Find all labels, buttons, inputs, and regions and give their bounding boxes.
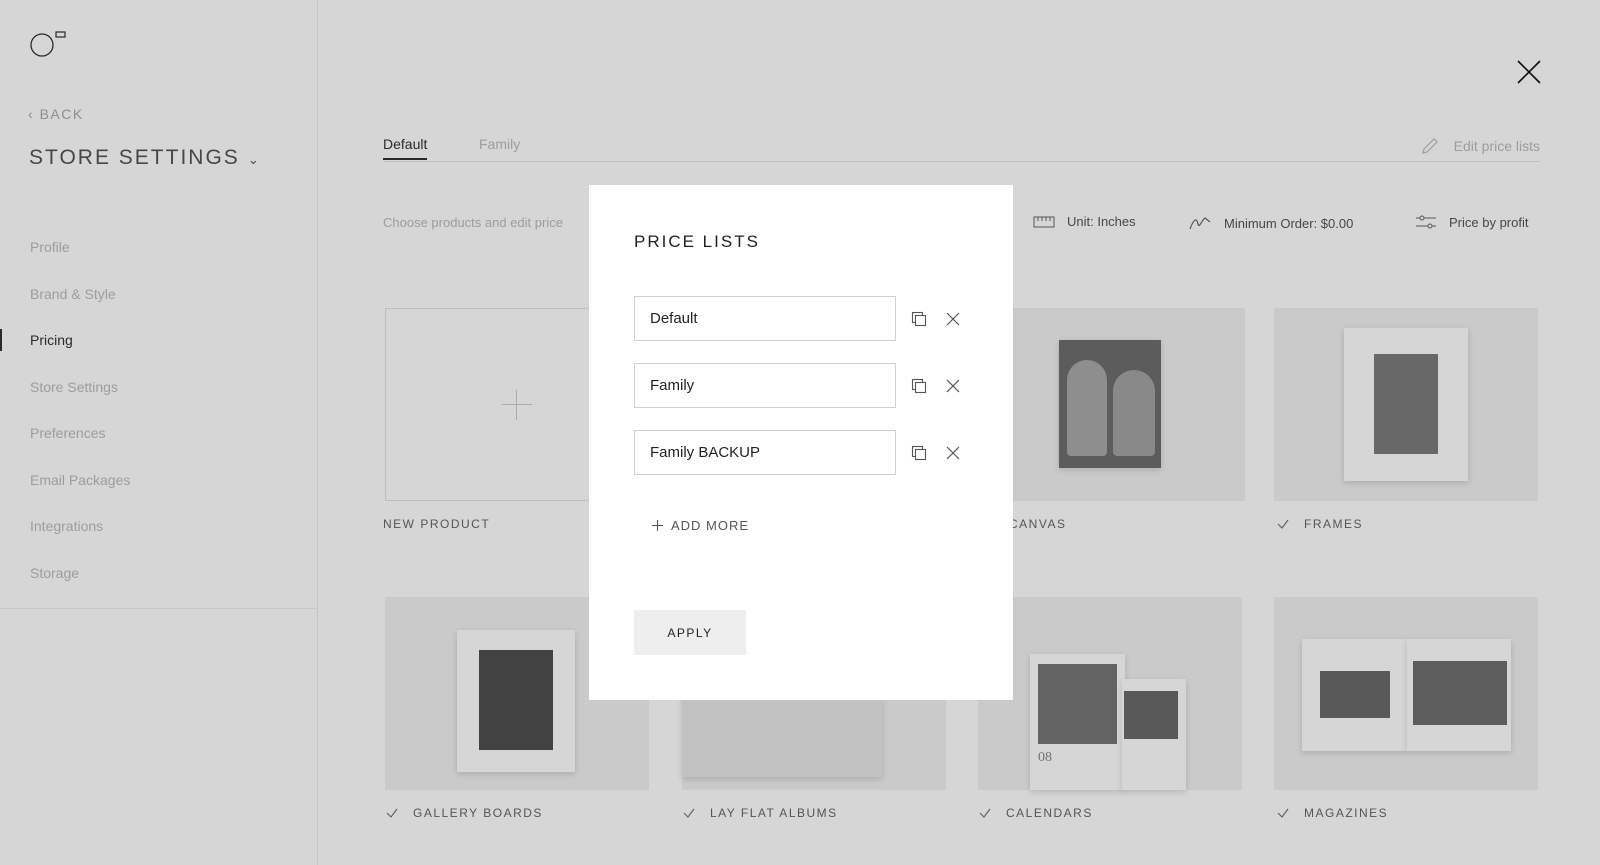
duplicate-icon[interactable]: [911, 378, 927, 394]
price-list-name-input[interactable]: [634, 430, 896, 475]
modal-title: PRICE LISTS: [634, 232, 760, 251]
delete-icon[interactable]: [946, 312, 960, 326]
price-list-row: [634, 430, 974, 475]
price-list-name-input[interactable]: [634, 296, 896, 341]
add-more-button[interactable]: ADD MORE: [652, 518, 749, 533]
duplicate-icon[interactable]: [911, 445, 927, 461]
price-list-name-input[interactable]: [634, 363, 896, 408]
plus-icon: [652, 520, 663, 531]
duplicate-icon[interactable]: [911, 311, 927, 327]
add-more-label: ADD MORE: [671, 518, 750, 533]
delete-icon[interactable]: [946, 446, 960, 460]
delete-icon[interactable]: [946, 379, 960, 393]
price-list-row: [634, 363, 974, 408]
apply-button[interactable]: APPLY: [634, 610, 746, 655]
price-lists-modal: PRICE LISTS Default Family Family BACKUP…: [589, 185, 1013, 700]
price-list-row: [634, 296, 974, 341]
